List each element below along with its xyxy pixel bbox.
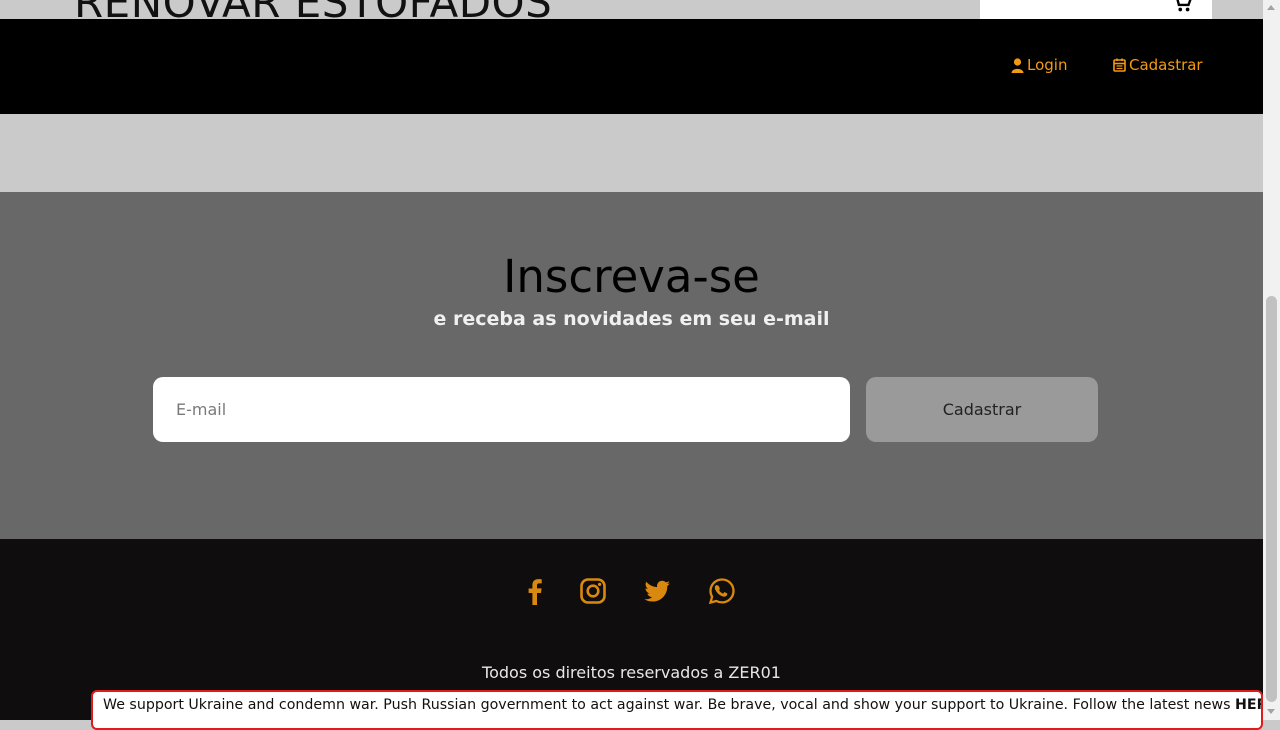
previous-section-peek: RENOVAR ESTOFADOS (0, 0, 1263, 20)
twitter-icon[interactable] (643, 577, 671, 605)
site-header: Login Cadastrar (0, 19, 1263, 114)
login-label: Login (1027, 56, 1068, 74)
email-field[interactable] (153, 377, 850, 442)
banner-text: We support Ukraine and condemn war. Push… (103, 697, 1231, 713)
newsletter-title: Inscreva-se (503, 250, 760, 303)
scroll-up-arrow-icon[interactable] (1267, 5, 1275, 10)
newsletter-subtitle: e receba as novidades em seu e-mail (433, 308, 830, 330)
banner-here-link[interactable]: HERE (1235, 697, 1261, 713)
copyright-text: Todos os direitos reservados a ZER01 (482, 663, 781, 682)
cart-box[interactable] (980, 0, 1212, 20)
grey-strip (0, 114, 1263, 192)
newsletter-section: Inscreva-se e receba as novidades em seu… (0, 192, 1263, 539)
whatsapp-icon[interactable] (708, 577, 736, 605)
scroll-thumb[interactable] (1266, 296, 1277, 702)
instagram-icon[interactable] (579, 577, 607, 605)
ukraine-support-banner: We support Ukraine and condemn war. Push… (91, 690, 1263, 730)
shopping-cart-icon[interactable] (1172, 0, 1194, 15)
calendar-icon (1113, 58, 1126, 72)
login-link[interactable]: Login (1011, 56, 1067, 74)
section-heading: RENOVAR ESTOFADOS (74, 0, 552, 20)
page: RENOVAR ESTOFADOS Login (0, 0, 1263, 720)
register-link[interactable]: Cadastrar (1113, 56, 1203, 74)
facebook-icon[interactable] (521, 577, 549, 605)
scroll-down-arrow-icon[interactable] (1267, 709, 1275, 714)
user-icon (1011, 57, 1024, 73)
register-label: Cadastrar (1129, 56, 1203, 74)
subscribe-button[interactable]: Cadastrar (866, 377, 1098, 442)
scrollbar[interactable] (1263, 0, 1280, 720)
